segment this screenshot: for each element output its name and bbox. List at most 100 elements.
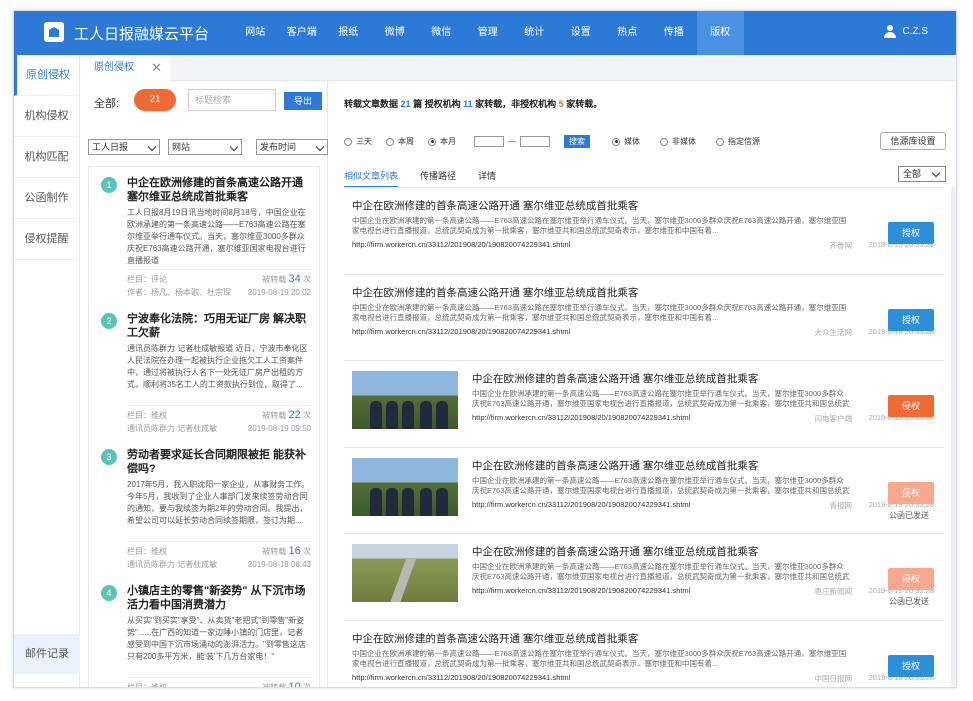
tab-propagation-path[interactable]: 传播路径 bbox=[420, 169, 456, 187]
tab-similar-articles[interactable]: 相似文章列表 bbox=[344, 169, 399, 187]
radio-three-days[interactable] bbox=[344, 137, 352, 146]
sidebar-item[interactable]: 原创侵权 bbox=[14, 55, 79, 96]
article-source: 大众生活网 bbox=[814, 327, 853, 337]
user-menu[interactable]: C.Z.S bbox=[884, 25, 928, 38]
nav-item[interactable]: 设置 bbox=[558, 11, 605, 55]
nav-item[interactable]: 传播 bbox=[651, 11, 698, 55]
repost-count: 被转载 34 次 bbox=[262, 273, 311, 286]
article-url[interactable]: http://firm.workercn.cn/33112/201908/20/… bbox=[352, 240, 570, 249]
authorize-button[interactable]: 授权 bbox=[888, 222, 934, 244]
tab-details[interactable]: 详情 bbox=[478, 169, 496, 187]
infringe-button[interactable]: 侵权 bbox=[888, 481, 934, 504]
article-summary: 中国企业在欧洲承建的第一条高速公路——E763高速公路在塞尔维亚举行通车仪式。当… bbox=[352, 216, 847, 235]
time-select[interactable]: 发布时间 bbox=[256, 139, 328, 155]
item-author: 通讯员陈群力 记者杜成敏 bbox=[127, 424, 218, 433]
nav-item[interactable]: 微信 bbox=[418, 11, 465, 55]
article-url[interactable]: http://firm.workercn.cn/33112/201908/20/… bbox=[352, 327, 570, 336]
close-icon[interactable]: ✕ bbox=[151, 55, 162, 81]
sub-tabs: 相似文章列表 传播路径 详情 bbox=[344, 169, 496, 187]
total-count-badge: 21 bbox=[134, 89, 176, 111]
person-figure bbox=[370, 487, 382, 516]
main-nav: 网站 客户端 报纸 微博 微信 管理 统计 设置 热点 传播 版权 bbox=[232, 11, 744, 55]
person-figure bbox=[402, 401, 414, 429]
infringe-button[interactable]: 侵权 bbox=[888, 395, 934, 417]
authorize-button[interactable]: 授权 bbox=[888, 654, 934, 677]
sidebar-item[interactable]: 侵权提醒 bbox=[14, 219, 79, 260]
item-title[interactable]: 小镇店主的零售"新姿势" 从下沉市场活力看中国消费潜力 bbox=[127, 575, 311, 615]
article-url[interactable]: http://firm.workercn.cn/33112/201908/20/… bbox=[472, 413, 690, 422]
item-column: 栏目：维权 bbox=[127, 683, 167, 688]
infringe-button[interactable]: 侵权 bbox=[888, 568, 934, 590]
article-url[interactable]: http://firm.workercn.cn/33112/201908/20/… bbox=[472, 500, 690, 509]
item-author: 通讯员陈群力 记者杜成敏 bbox=[127, 560, 218, 569]
repost-unit: 次 bbox=[303, 547, 311, 556]
item-date: 2019-08-18 08:43 bbox=[247, 560, 311, 569]
radio-this-week[interactable] bbox=[386, 137, 394, 146]
meta-row: 通讯员陈群力 记者杜成敏 2019-08-19 09:50 bbox=[127, 422, 311, 435]
list-item[interactable]: 3 劳动者要求延长合同期限被拒 能获补偿吗? 2017年5月，我入职沈阳一家企业，从… bbox=[97, 439, 311, 575]
date-separator: — bbox=[508, 137, 516, 146]
item-title[interactable]: 劳动者要求延长合同期限被拒 能获补偿吗? bbox=[127, 439, 311, 479]
item-number-badge: 4 bbox=[101, 585, 117, 601]
person-figure bbox=[436, 487, 448, 516]
nav-item[interactable]: 报纸 bbox=[325, 11, 372, 55]
tab-label: 原创侵权 bbox=[94, 62, 134, 73]
article-title[interactable]: 中企在欧洲修建的首条高速公路开通 塞尔维亚总统成首批乘客 bbox=[472, 371, 758, 386]
authorize-button[interactable]: 授权 bbox=[888, 308, 934, 331]
article-url[interactable]: http://firm.workercn.cn/33112/201908/20/… bbox=[472, 586, 690, 595]
start-date-input[interactable] bbox=[474, 136, 504, 147]
scrollbar[interactable] bbox=[951, 187, 956, 687]
sidebar-item[interactable]: 机构匹配 bbox=[14, 137, 79, 178]
nav-item[interactable]: 管理 bbox=[465, 11, 512, 55]
article-row: 中企在欧洲修建的首条高速公路开通 塞尔维亚总统成首批乘客中国企业在欧洲承建的第一… bbox=[344, 534, 944, 621]
repost-label: 被转载 bbox=[262, 547, 287, 556]
nav-item[interactable]: 网站 bbox=[232, 11, 279, 55]
nav-item[interactable]: 微博 bbox=[372, 11, 419, 55]
article-row: 中企在欧洲修建的首条高速公路开通 塞尔维亚总统成首批乘客中国企业在欧洲承建的第一… bbox=[344, 188, 944, 275]
item-column: 栏目：维权 bbox=[127, 411, 167, 420]
repost-unit: 次 bbox=[303, 683, 311, 688]
right-panel: 转载文章数据 21 篇 授权机构 11 家转载，非授权机构 5 家转载。 三天 … bbox=[328, 81, 956, 687]
article-url[interactable]: http://firm.workercn.cn/33112/201908/20/… bbox=[352, 673, 570, 682]
title-search-input[interactable]: 标题检索 bbox=[188, 89, 276, 111]
nav-item[interactable]: 版权 bbox=[697, 11, 744, 55]
source-library-settings-button[interactable]: 信源库设置 bbox=[880, 132, 946, 150]
channel-select[interactable]: 网站 bbox=[168, 139, 242, 155]
sidebar-item[interactable]: 公函制作 bbox=[14, 178, 79, 219]
list-item[interactable]: 2 宁波奉化法院：巧用无证厂房 解决职工欠薪 通讯员陈群力 记者杜成敏报道 近日，宁… bbox=[97, 303, 311, 439]
source-select[interactable]: 工人日报 bbox=[88, 139, 160, 155]
radio-specified-source[interactable] bbox=[716, 137, 724, 146]
radio-this-month[interactable] bbox=[428, 137, 436, 146]
item-column: 栏目：维权 bbox=[127, 547, 167, 556]
nav-item[interactable]: 热点 bbox=[604, 11, 651, 55]
search-button[interactable]: 搜索 bbox=[564, 135, 590, 148]
radio-media[interactable] bbox=[612, 137, 620, 146]
article-title[interactable]: 中企在欧洲修建的首条高速公路开通 塞尔维亚总统成首批乘客 bbox=[352, 285, 638, 300]
filter-all-select[interactable]: 全部 bbox=[898, 166, 946, 182]
item-summary: 2017年5月，我入职沈阳一家企业，从事财务工作。今年5月，我收到了企业人事部门… bbox=[127, 480, 310, 525]
letter-sent-status: 公函已发送 bbox=[889, 597, 929, 606]
item-meta: 栏目：维权 被转载 10 次 bbox=[127, 677, 311, 688]
nav-item[interactable]: 客户端 bbox=[279, 11, 326, 55]
article-title[interactable]: 中企在欧洲修建的首条高速公路开通 塞尔维亚总统成首批乘客 bbox=[472, 544, 758, 559]
summary-part: 家转载。 bbox=[566, 99, 603, 109]
repost-number: 22 bbox=[288, 409, 301, 421]
item-title[interactable]: 中企在欧洲修建的首条高速公路开通 塞尔维亚总统成首批乘客 bbox=[127, 167, 311, 207]
item-title[interactable]: 宁波奉化法院：巧用无证厂房 解决职工欠薪 bbox=[127, 303, 311, 343]
nav-item[interactable]: 统计 bbox=[511, 11, 558, 55]
article-title[interactable]: 中企在欧洲修建的首条高速公路开通 塞尔维亚总统成首批乘客 bbox=[472, 458, 758, 473]
radio-label: 本月 bbox=[440, 137, 456, 146]
list-item[interactable]: 4 小镇店主的零售"新姿势" 从下沉市场活力看中国消费潜力 从买实"到买实"享受"、… bbox=[97, 575, 311, 688]
article-title[interactable]: 中企在欧洲修建的首条高速公路开通 塞尔维亚总统成首批乘客 bbox=[352, 198, 638, 213]
article-count: 21 bbox=[400, 99, 411, 109]
end-date-input[interactable] bbox=[520, 136, 550, 147]
radio-non-media[interactable] bbox=[660, 137, 668, 146]
sidebar-item[interactable]: 机构侵权 bbox=[14, 96, 79, 137]
article-summary: 中国企业在欧洲承建的第一条高速公路——E763高速公路在塞尔维亚举行通车仪式。当… bbox=[472, 562, 850, 581]
article-title[interactable]: 中企在欧洲修建的首条高速公路开通 塞尔维亚总统成首批乘客 bbox=[352, 631, 638, 646]
tab-original-infringement[interactable]: 原创侵权 ✕ bbox=[80, 55, 170, 81]
export-button[interactable]: 导出 bbox=[284, 92, 322, 110]
sidebar-item-mail-records[interactable]: 邮件记录 bbox=[14, 634, 80, 674]
list-item[interactable]: 1 中企在欧洲修建的首条高速公路开通 塞尔维亚总统成首批乘客 工人日报8月19日讯当… bbox=[97, 167, 311, 303]
radio-label: 三天 bbox=[356, 137, 372, 146]
